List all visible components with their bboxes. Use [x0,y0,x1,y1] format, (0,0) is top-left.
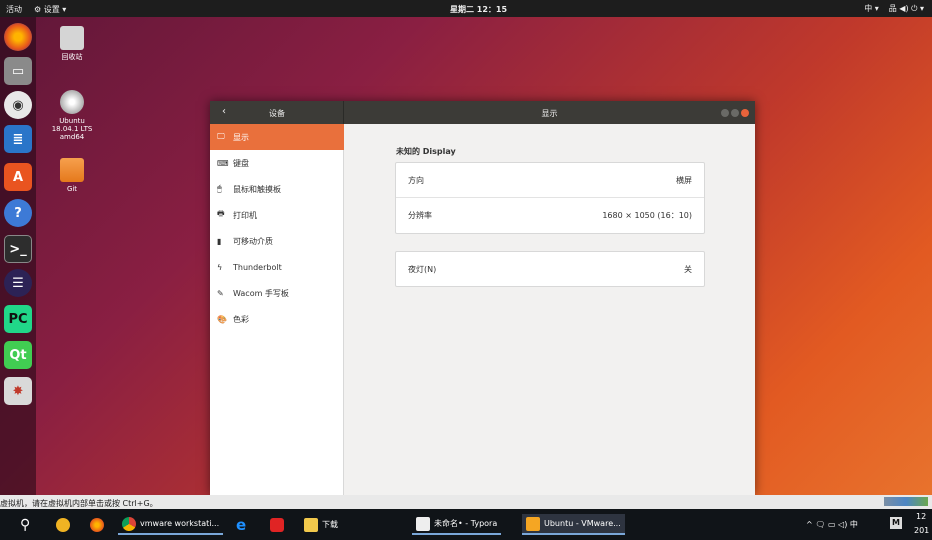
software-center-icon[interactable]: A [4,163,32,191]
sidebar-item-printers[interactable]: 🖶 打印机 [210,202,344,228]
writer-icon[interactable]: ≣ [4,125,32,153]
taskbar-vmware-label: Ubuntu - VMware... [544,519,621,528]
printer-icon: 🖶 [217,209,225,218]
sidebar-item-label: Thunderbolt [233,262,282,272]
taskbar-chrome-label: vmware workstati... [140,519,220,528]
sidebar-item-removable-media[interactable]: ▮ 可移动介质 [210,228,344,254]
settings-window: ‹ 设备 显示 🖵 显示 ⌨ 键盘 🖱 鼠标和触摸板 🖶 打印机 ▮ 可移动介质 [210,101,755,495]
back-title: 设备 [269,109,285,118]
usb-icon: ▮ [217,236,222,246]
git-desktop-icon[interactable]: Git [47,158,97,193]
night-light-card: 夜灯(N) 关 [395,251,705,287]
input-method-indicator[interactable]: 中 ▾ [864,3,879,14]
taskbar-date[interactable]: 201 [914,526,929,535]
sidebar-item-label: 键盘 [233,158,249,168]
display-settings-card: 方向 横屏 分辨率 1680 × 1050 (16：10) [395,162,705,234]
dvd-label: Ubuntu 18.04.1 LTS amd64 [51,117,93,141]
eclipse-icon[interactable]: ☰ [4,269,32,297]
pycharm-icon[interactable]: PC [4,305,32,333]
taskbar-downloads-label: 下载 [322,520,338,529]
taskbar-vmware[interactable]: Ubuntu - VMware... [522,514,625,535]
firefox-taskbar-icon[interactable] [86,514,108,535]
settings-sidebar: 🖵 显示 ⌨ 键盘 🖱 鼠标和触摸板 🖶 打印机 ▮ 可移动介质 ϟ Thund… [210,124,344,495]
settings-icon[interactable]: ✸ [4,377,32,405]
orientation-row[interactable]: 方向 横屏 [396,163,704,198]
sidebar-item-label: Wacom 手写板 [233,288,289,298]
host-taskbar: ⚲ vmware workstati... e 下载 未命名• - Typora… [0,509,932,540]
app-red-icon[interactable] [266,514,288,535]
help-icon[interactable]: ? [4,199,32,227]
taskbar-typora-label: 未命名• - Typora [434,519,498,528]
orientation-label: 方向 [408,175,424,185]
taskbar-typora[interactable]: 未命名• - Typora [412,514,502,535]
system-tray[interactable]: 中 ▾ 品 ◀) ⏻ ▾ [864,3,924,14]
sidebar-item-mouse[interactable]: 🖱 鼠标和触摸板 [210,176,344,202]
resolution-value: 1680 × 1050 (16：10) [602,211,692,220]
night-light-row[interactable]: 夜灯(N) 关 [396,252,704,287]
orientation-value: 横屏 [676,175,692,185]
vm-status-bar: 虚拟机，请在虚拟机内部单击或按 Ctrl+G。 [0,495,932,509]
sidebar-item-thunderbolt[interactable]: ϟ Thunderbolt [210,254,344,280]
top-bar: 活动 ⚙ 设置 ▾ 星期二 12：15 中 ▾ 品 ◀) ⏻ ▾ [0,0,932,17]
folder-icon [304,517,318,532]
vm-status-text: 虚拟机，请在虚拟机内部单击或按 Ctrl+G。 [0,499,158,508]
display-icon: 🖵 [217,132,225,141]
trash-desktop-icon[interactable]: 回收站 [47,26,97,61]
taskbar-chrome[interactable]: vmware workstati... [118,514,224,535]
sidebar-item-label: 打印机 [233,210,257,220]
vm-device-icons[interactable] [884,497,928,506]
chrome-icon [122,516,136,531]
files-icon[interactable]: ▭ [4,57,32,85]
close-icon[interactable] [741,109,749,117]
search-icon[interactable]: ⚲ [16,514,34,535]
typora-icon [416,516,430,531]
night-light-value: 关 [684,265,692,274]
trash-icon [60,26,84,50]
git-label: Git [66,185,78,193]
sidebar-item-label: 显示 [233,132,249,142]
maximize-icon[interactable] [731,109,739,117]
display-panel: 未知的 Display 方向 横屏 分辨率 1680 × 1050 (16：10… [345,124,755,495]
clock[interactable]: 星期二 12：15 [450,4,507,15]
dvd-icon [60,90,84,114]
night-light-label: 夜灯(N) [408,265,437,274]
resolution-label: 分辨率 [408,211,432,220]
resolution-row[interactable]: 分辨率 1680 × 1050 (16：10) [396,198,704,233]
color-icon: 🎨 [217,314,227,324]
back-header: ‹ 设备 [210,101,344,124]
keyboard-icon: ⌨ [217,158,229,168]
folder-icon [60,158,84,182]
thunderbolt-icon: ϟ [217,262,223,272]
window-title: 显示 [541,109,558,118]
rhythmbox-icon[interactable]: ◉ [4,91,32,119]
sidebar-item-label: 可移动介质 [233,236,273,246]
sidebar-item-wacom[interactable]: ✎ Wacom 手写板 [210,280,344,306]
input-method-icon[interactable]: M [890,517,902,529]
system-tray-icons[interactable]: ^ 🗨 ▭ ◁) 中 [806,519,858,530]
sidebar-item-display[interactable]: 🖵 显示 [210,124,344,150]
sidebar-item-label: 鼠标和触摸板 [233,184,281,194]
sidebar-item-label: 色彩 [233,314,249,324]
dock: ▭ ◉ ≣ A ? >_ ☰ PC Qt ✸ [0,17,36,495]
vmware-icon [526,516,540,531]
sidebar-item-keyboard[interactable]: ⌨ 键盘 [210,150,344,176]
trash-label: 回收站 [61,53,83,61]
taskbar-time[interactable]: 12 [916,512,926,521]
app-launcher-icon[interactable] [52,514,74,535]
sidebar-item-color[interactable]: 🎨 色彩 [210,306,344,332]
edge-icon[interactable]: e [232,514,250,535]
app-menu[interactable]: ⚙ 设置 ▾ [34,4,66,15]
system-status-icons[interactable]: 品 ◀) ⏻ ▾ [889,3,924,14]
qt-icon[interactable]: Qt [4,341,32,369]
dvd-desktop-icon[interactable]: Ubuntu 18.04.1 LTS amd64 [47,90,97,141]
terminal-icon[interactable]: >_ [4,235,32,263]
window-titlebar[interactable]: ‹ 设备 显示 [210,101,755,124]
taskbar-downloads[interactable]: 下载 [300,514,342,535]
firefox-icon[interactable] [4,23,32,51]
display-name-heading: 未知的 Display [396,147,456,156]
minimize-icon[interactable] [721,109,729,117]
tablet-icon: ✎ [217,288,224,298]
mouse-icon: 🖱 [217,184,222,193]
activities-button[interactable]: 活动 [6,4,22,15]
